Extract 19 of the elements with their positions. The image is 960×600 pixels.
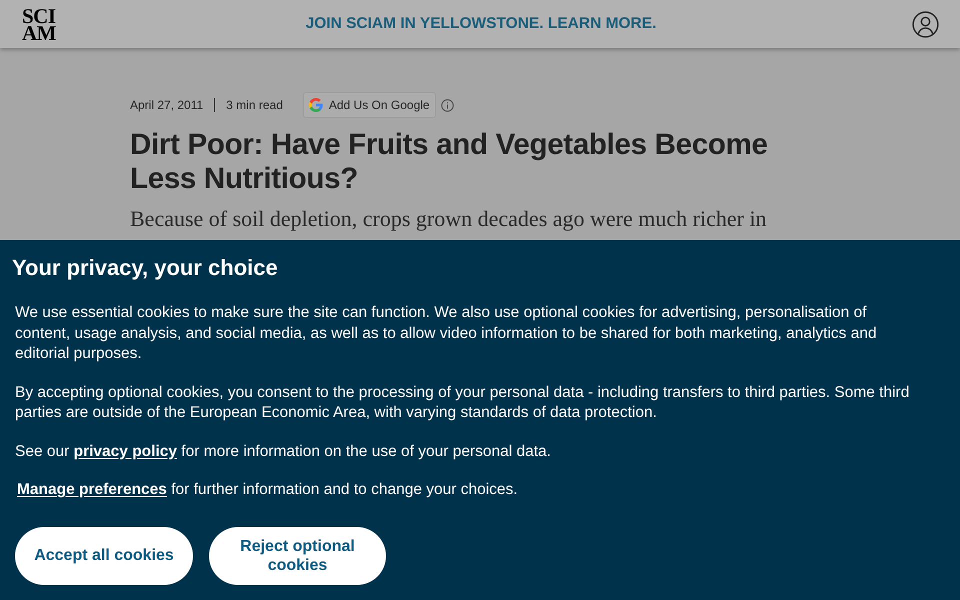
privacy-policy-link[interactable]: privacy policy — [74, 442, 177, 460]
user-icon — [912, 10, 939, 38]
banner-paragraph: See our privacy policy for more information on the use of your personal data. — [15, 442, 552, 462]
manage-preferences-link[interactable]: Manage preferences — [17, 481, 167, 498]
publish-date: April 27, 2011 — [130, 97, 204, 114]
banner-paragraph: By accepting optional cookies, you consent to the processing of your personal data - including transfers to third parties. Some third parties are outside of the European Economic Area, with varying standards of data protection. — [15, 382, 910, 423]
site-logo[interactable]: SCI AM — [22, 8, 58, 42]
article-subtitle: Because of soil depletion, crops grown decades ago were much richer in — [130, 205, 767, 233]
banner-title: Your privacy, your choice — [12, 254, 279, 282]
add-source-button[interactable]: Add Us On Google — [302, 92, 436, 118]
banner-paragraph: Manage preferences for further information and to change your choices. — [16, 480, 519, 500]
article-title: Dirt Poor: Have Fruits and Vegetables Become Less Nutritious? — [130, 128, 769, 196]
info-icon[interactable] — [440, 98, 454, 112]
letter-g-icon — [308, 98, 323, 112]
account-button[interactable] — [912, 10, 939, 38]
read-time: 3 min read — [226, 97, 283, 114]
reject-cookies-button[interactable]: Reject optional cookies — [209, 526, 386, 584]
accept-cookies-button[interactable]: Accept all cookies — [15, 526, 193, 584]
banner-paragraph: We use essential cookies to make sure the site can function. We also use optional cookies for advertising, personalisation of content, usage analysis, and social media, as well as to allow video information to be shared for both marketing, analytics and editorial purposes. — [15, 303, 878, 364]
